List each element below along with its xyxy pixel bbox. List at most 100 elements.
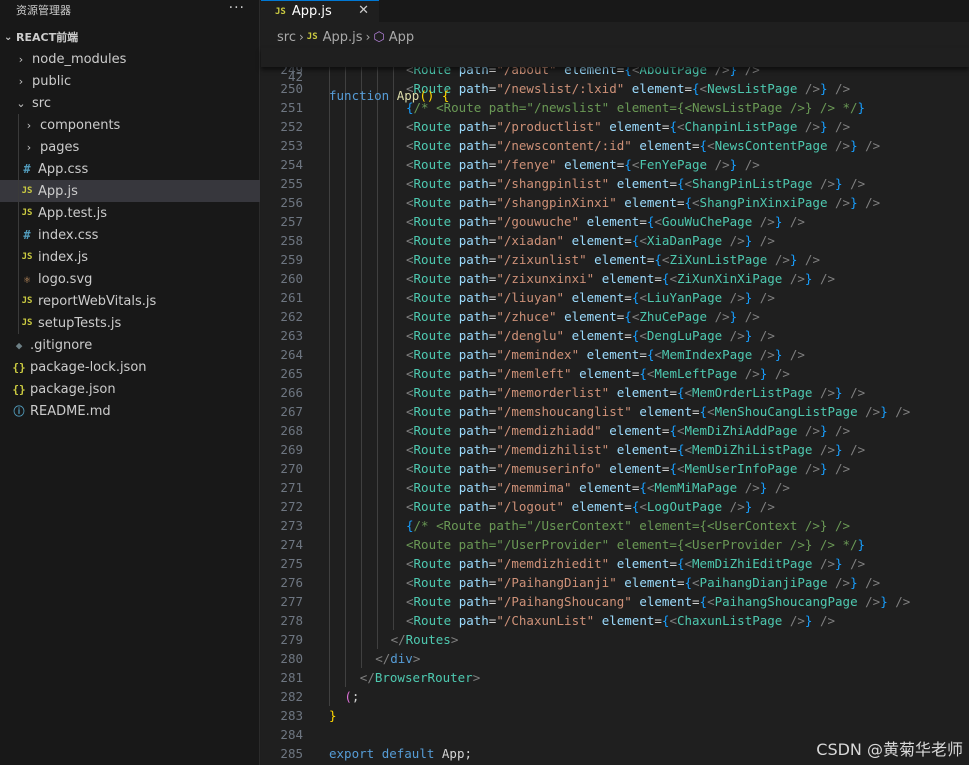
tree-folder[interactable]: › node_modules: [0, 48, 260, 70]
code-token: Route: [413, 423, 459, 438]
code-token: element: [616, 556, 670, 571]
indent-guide: [329, 573, 330, 592]
code-text: <Route path="/memdizhilist" element={<Me…: [406, 440, 865, 459]
tree-item-label: node_modules: [32, 51, 127, 67]
indent-guide: [329, 269, 330, 288]
code-token: />: [737, 157, 760, 172]
indent-guide: [329, 687, 330, 706]
code-token: />: [759, 347, 775, 362]
code-token: {: [669, 461, 677, 476]
code-token: element: [624, 195, 677, 210]
tree-file[interactable]: JS setupTests.js: [0, 312, 260, 334]
tree-file[interactable]: JS App.test.js: [0, 202, 260, 224]
code-editor[interactable]: 249 <Route path="/about" element={<AboutP…: [261, 60, 969, 765]
code-token: App: [396, 88, 420, 103]
line-number: 258: [280, 233, 303, 248]
code-token: />: [767, 480, 790, 495]
code-token: function: [329, 88, 397, 103]
code-token: Route: [413, 480, 459, 495]
code-token: Route: [413, 271, 459, 286]
indent-guide: [345, 326, 346, 345]
code-token: FenYePage: [639, 157, 715, 172]
code-token: path: [458, 290, 489, 305]
code-token: }: [835, 176, 843, 191]
indent-guide: [361, 421, 362, 440]
indent-guide: [361, 497, 362, 516]
code-text: export default App;: [329, 744, 472, 763]
indent-guide: [377, 212, 378, 231]
tree-file[interactable]: # index.css: [0, 224, 260, 246]
tree-file[interactable]: ◆ .gitignore: [0, 334, 260, 356]
tree-file[interactable]: ⓘ README.md: [0, 400, 260, 422]
code-token: />: [752, 499, 775, 514]
indent-guide: [345, 136, 346, 155]
indent-guide: [345, 345, 346, 364]
code-token: element: [639, 404, 693, 419]
code-token: "/memdizhiadd": [496, 423, 610, 438]
indent-guide: [393, 136, 394, 155]
indent-guide: [377, 516, 378, 535]
code-line: 260 <Route path="/zixunxinxi" element={<Z…: [261, 269, 969, 288]
tree-file[interactable]: JS reportWebVitals.js: [0, 290, 260, 312]
code-token: </: [375, 651, 391, 666]
code-token: {: [684, 195, 693, 210]
code-token: Route: [413, 176, 459, 191]
code-token: path: [458, 366, 489, 381]
tree-folder[interactable]: › components: [0, 114, 260, 136]
code-text: </Routes>: [391, 630, 459, 649]
code-token: >: [450, 632, 459, 647]
code-token: path: [458, 252, 489, 267]
sticky-scroll-line[interactable]: 42 function App() {: [261, 48, 969, 103]
indent-guide: [329, 364, 330, 383]
code-token: "/ChaxunList": [496, 613, 602, 628]
indent-guide: [393, 212, 394, 231]
code-token: />: [887, 404, 911, 419]
tree-folder[interactable]: › public: [0, 70, 260, 92]
tree-folder[interactable]: ⌄ src: [0, 92, 260, 114]
code-token: }: [857, 100, 866, 115]
line-number: 270: [280, 461, 303, 476]
indent-guide: [18, 158, 19, 180]
code-token: =: [639, 214, 647, 229]
indent-guide: [18, 180, 19, 202]
code-token: element: [579, 480, 632, 495]
tree-file[interactable]: JS index.js: [0, 246, 260, 268]
code-token: />: [842, 556, 866, 571]
code-token: Route: [413, 290, 459, 305]
indent-guide: [377, 288, 378, 307]
code-token: "/newslist/:lxid": [496, 81, 632, 96]
code-text: <Route path="/memshoucanglist" element={…: [406, 402, 910, 421]
indent-guide: [377, 231, 378, 250]
code-token: />: [752, 328, 775, 343]
line-number: 275: [280, 556, 303, 571]
code-line: 281 </BrowserRouter>: [261, 668, 969, 687]
indent-guide: [361, 478, 362, 497]
breadcrumb-file[interactable]: App.js: [323, 30, 363, 45]
code-token: element: [631, 81, 685, 96]
more-actions-icon[interactable]: ···: [229, 0, 245, 20]
close-icon[interactable]: ✕: [358, 3, 369, 18]
tree-file[interactable]: # App.css: [0, 158, 260, 180]
breadcrumb-symbol[interactable]: App: [389, 30, 414, 45]
indent-guide: [345, 554, 346, 573]
tab-app-js[interactable]: JS App.js ✕: [261, 0, 379, 22]
code-token: "/logout": [496, 499, 572, 514]
line-number: 278: [280, 613, 303, 628]
tree-file[interactable]: {} package.json: [0, 378, 260, 400]
indent-guide: [345, 611, 346, 630]
code-text: {/* <Route path="/UserContext" element={…: [406, 516, 850, 535]
code-token: />: [827, 423, 851, 438]
code-token: MenShouCangListPage: [714, 404, 866, 419]
chevron-right-icon: ›: [298, 30, 304, 44]
tree-file[interactable]: {} package-lock.json: [0, 356, 260, 378]
breadcrumb-folder[interactable]: src: [277, 30, 296, 45]
workspace-root[interactable]: ⌄ REACT前端: [0, 27, 260, 47]
indent-guide: [393, 478, 394, 497]
indent-guide: [377, 554, 378, 573]
tree-folder[interactable]: › pages: [0, 136, 260, 158]
tree-file[interactable]: JS App.js: [0, 180, 260, 202]
indent-guide: [329, 307, 330, 326]
code-line: 254 <Route path="/fenye" element={<FenYeP…: [261, 155, 969, 174]
code-text: }: [329, 706, 337, 725]
tree-file[interactable]: ⚛ logo.svg: [0, 268, 260, 290]
